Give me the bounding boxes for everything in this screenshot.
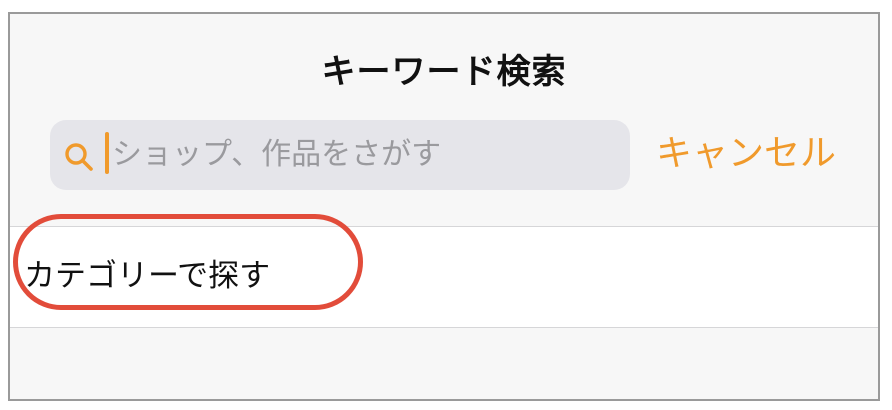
search-placeholder: ショップ、作品をさがす <box>112 137 442 172</box>
cancel-button[interactable]: キャンセル <box>656 131 836 177</box>
page-title: キーワード検索 <box>321 52 567 92</box>
empty-area <box>10 328 878 399</box>
search-input[interactable]: ショップ、作品をさがす <box>50 120 630 190</box>
highlight-annotation-ring <box>13 214 363 310</box>
search-header: キーワード検索 ショップ、作品をさがす キャンセル <box>10 14 878 226</box>
text-cursor <box>105 132 109 174</box>
search-icon <box>65 143 93 171</box>
search-screen: キーワード検索 ショップ、作品をさがす キャンセル カテゴリーで探す <box>8 12 880 401</box>
